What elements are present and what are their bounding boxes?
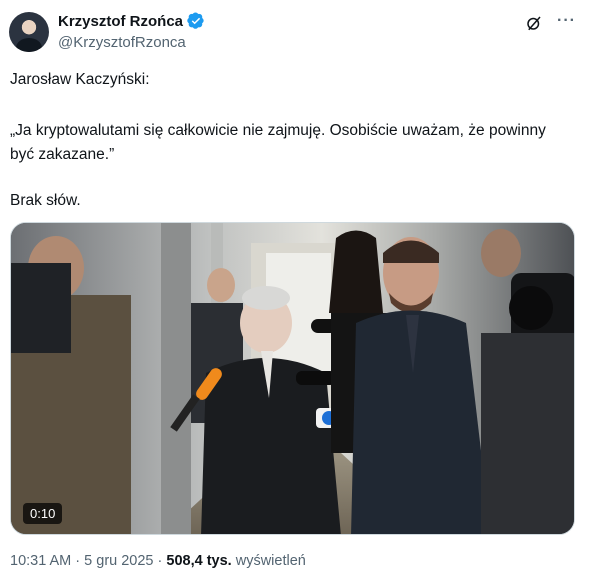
- tweet-date[interactable]: 5 gru 2025: [84, 553, 153, 569]
- more-icon[interactable]: ···: [557, 13, 575, 32]
- video-thumbnail: [11, 223, 574, 534]
- author-name-row: Krzysztof Rzońca: [58, 12, 205, 30]
- meta-separator: ·: [71, 553, 85, 569]
- tweet-header: Krzysztof Rzońca @KrzysztofRzonca ···: [9, 10, 581, 56]
- video-player[interactable]: 0:10: [10, 222, 575, 535]
- view-count: 508,4 tys.: [166, 553, 232, 569]
- meta-separator: ·: [153, 553, 167, 569]
- tweet-text-quote: „Ja kryptowalutami się całkowicie nie za…: [10, 122, 546, 163]
- tweet-meta: 10:31 AM · 5 gru 2025 · 508,4 tys. wyświ…: [10, 553, 306, 569]
- tweet-time[interactable]: 10:31 AM: [10, 553, 71, 569]
- verified-badge-icon: [187, 12, 204, 29]
- view-label: wyświetleń: [231, 553, 306, 569]
- author-handle[interactable]: @KrzysztofRzonca: [58, 34, 186, 51]
- author-name[interactable]: Krzysztof Rzońca: [58, 13, 183, 30]
- avatar[interactable]: [9, 12, 49, 52]
- tweet-text-line-3: Brak słów.: [10, 192, 81, 209]
- grok-icon[interactable]: [525, 14, 543, 32]
- video-duration: 0:10: [23, 503, 63, 524]
- tweet-text-line-1: Jarosław Kaczyński:: [10, 71, 150, 88]
